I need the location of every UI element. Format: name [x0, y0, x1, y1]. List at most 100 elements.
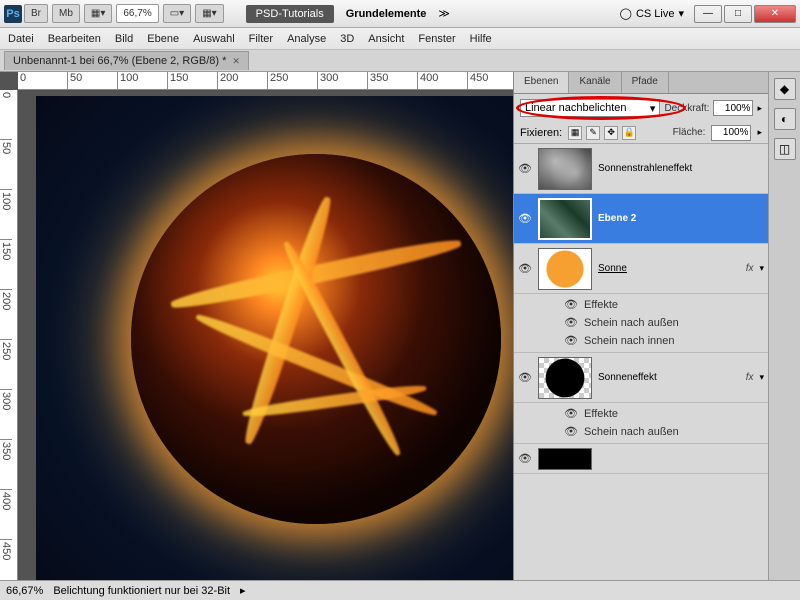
status-zoom[interactable]: 66,67%: [6, 585, 43, 597]
effect-item[interactable]: Schein nach außen: [584, 426, 679, 438]
tutorial-badge: PSD-Tutorials: [246, 5, 334, 23]
layer-row[interactable]: 👁: [514, 444, 768, 474]
fx-chevron-icon[interactable]: ▾: [759, 263, 764, 274]
panels-dock: Ebenen Kanäle Pfade Linear nachbelichten…: [513, 72, 800, 580]
minimize-button[interactable]: —: [694, 5, 722, 23]
layer-row[interactable]: 👁 Ebene 2: [514, 194, 768, 244]
status-bar: 66,67% Belichtung funktioniert nur bei 3…: [0, 580, 800, 600]
tab-pfade[interactable]: Pfade: [622, 72, 669, 93]
zoom-level[interactable]: 66,7%: [116, 4, 158, 23]
fx-chevron-icon[interactable]: ▾: [759, 372, 764, 383]
lock-position-icon[interactable]: ✥: [604, 126, 618, 140]
visibility-icon[interactable]: 👁: [564, 407, 578, 421]
menu-fenster[interactable]: Fenster: [418, 33, 455, 45]
layer-thumbnail[interactable]: [538, 148, 592, 190]
chevrons-icon[interactable]: ≫: [438, 7, 450, 20]
lock-all-icon[interactable]: 🔒: [622, 126, 636, 140]
menu-ansicht[interactable]: Ansicht: [368, 33, 404, 45]
cslive-dropdown-icon[interactable]: ▾: [678, 7, 684, 20]
canvas-area: 050100150200250300350400450500 050100150…: [0, 72, 513, 580]
ruler-vertical: 050100150200250300350400450: [0, 90, 18, 580]
visibility-icon[interactable]: 👁: [518, 212, 532, 226]
fx-badge[interactable]: fx: [746, 372, 754, 383]
document-tab-bar: Unbenannt-1 bei 66,7% (Ebene 2, RGB/8) *…: [0, 50, 800, 72]
layer-row[interactable]: 👁 Sonne fx ▾: [514, 244, 768, 294]
layer-thumbnail[interactable]: [538, 248, 592, 290]
doc-label: Grundelemente: [346, 8, 427, 20]
canvas-artwork[interactable]: [36, 96, 513, 580]
visibility-icon[interactable]: 👁: [564, 425, 578, 439]
visibility-icon[interactable]: 👁: [518, 162, 532, 176]
menu-datei[interactable]: Datei: [8, 33, 34, 45]
layer-row[interactable]: 👁 Sonnenstrahleneffekt: [514, 144, 768, 194]
menu-ebene[interactable]: Ebene: [147, 33, 179, 45]
adjustments-icon[interactable]: ◐: [774, 108, 796, 130]
layers-list: 👁 Sonnenstrahleneffekt 👁 Ebene 2 👁 Sonne…: [514, 144, 768, 580]
blend-mode-value: Linear nachbelichten: [525, 102, 627, 114]
cslive-label[interactable]: CS Live: [636, 8, 675, 20]
fill-label: Fläche:: [673, 127, 706, 138]
fill-flyout-icon[interactable]: ▸: [757, 127, 762, 138]
lock-transparency-icon[interactable]: ▦: [568, 126, 582, 140]
menu-hilfe[interactable]: Hilfe: [470, 33, 492, 45]
layer-thumbnail[interactable]: [538, 448, 592, 470]
lock-pixels-icon[interactable]: ✎: [586, 126, 600, 140]
layer-row[interactable]: 👁 Sonneneffekt fx ▾: [514, 353, 768, 403]
visibility-icon[interactable]: 👁: [518, 452, 532, 466]
close-button[interactable]: ✕: [754, 5, 796, 23]
app-icon: Ps: [4, 5, 22, 23]
layer-effects: 👁 Effekte 👁 Schein nach außen 👁 Schein nach…: [514, 294, 768, 353]
fx-badge[interactable]: fx: [746, 263, 754, 274]
layer-name[interactable]: Sonneneffekt: [598, 372, 740, 383]
opacity-label: Deckkraft:: [664, 103, 709, 114]
close-tab-icon[interactable]: ✕: [232, 56, 240, 67]
effects-label[interactable]: Effekte: [584, 408, 618, 420]
visibility-icon[interactable]: 👁: [564, 334, 578, 348]
effects-label[interactable]: Effekte: [584, 299, 618, 311]
status-msg: Belichtung funktioniert nur bei 32-Bit: [53, 585, 230, 597]
menu-analyse[interactable]: Analyse: [287, 33, 326, 45]
visibility-icon[interactable]: 👁: [564, 298, 578, 312]
tab-ebenen[interactable]: Ebenen: [514, 72, 569, 93]
visibility-icon[interactable]: 👁: [518, 371, 532, 385]
opacity-flyout-icon[interactable]: ▸: [757, 103, 762, 114]
minibridge-button[interactable]: Mb: [52, 4, 80, 23]
swatches-icon[interactable]: ◆: [774, 78, 796, 100]
tab-kanaele[interactable]: Kanäle: [569, 72, 621, 93]
screen-mode-button[interactable]: ▦▾: [84, 4, 112, 23]
effect-item[interactable]: Schein nach innen: [584, 335, 675, 347]
bridge-button[interactable]: Br: [24, 4, 48, 23]
menu-bar: Datei Bearbeiten Bild Ebene Auswahl Filt…: [0, 28, 800, 50]
menu-auswahl[interactable]: Auswahl: [193, 33, 235, 45]
ruler-horizontal: 050100150200250300350400450500: [18, 72, 513, 90]
menu-3d[interactable]: 3D: [340, 33, 354, 45]
lock-label: Fixieren:: [520, 127, 562, 139]
menu-bearbeiten[interactable]: Bearbeiten: [48, 33, 101, 45]
document-tab[interactable]: Unbenannt-1 bei 66,7% (Ebene 2, RGB/8) *…: [4, 51, 249, 70]
layer-name[interactable]: Sonnenstrahleneffekt: [598, 163, 764, 174]
arrange-button[interactable]: ▦▾: [195, 4, 223, 23]
menu-filter[interactable]: Filter: [249, 33, 273, 45]
status-flyout-icon[interactable]: ▸: [240, 584, 246, 597]
blend-mode-select[interactable]: Linear nachbelichten ▾: [520, 99, 660, 117]
planet-graphic: [131, 154, 501, 524]
menu-bild[interactable]: Bild: [115, 33, 133, 45]
layer-name[interactable]: Sonne: [598, 263, 740, 274]
cslive-icon[interactable]: ◯: [620, 7, 632, 20]
visibility-icon[interactable]: 👁: [564, 316, 578, 330]
effect-item[interactable]: Schein nach außen: [584, 317, 679, 329]
chevron-down-icon: ▾: [650, 102, 656, 115]
view-button[interactable]: ▭▾: [163, 4, 191, 23]
maximize-button[interactable]: □: [724, 5, 752, 23]
layer-effects: 👁 Effekte 👁 Schein nach außen: [514, 403, 768, 444]
panel-side-icons: ◆ ◐ ◫: [768, 72, 800, 580]
title-bar: Ps Br Mb ▦▾ 66,7% ▭▾ ▦▾ PSD-Tutorials Gr…: [0, 0, 800, 28]
layer-name[interactable]: Ebene 2: [598, 213, 764, 224]
opacity-input[interactable]: [713, 100, 753, 116]
panel-tabs: Ebenen Kanäle Pfade: [514, 72, 768, 94]
fill-input[interactable]: [711, 125, 751, 141]
visibility-icon[interactable]: 👁: [518, 262, 532, 276]
layer-thumbnail[interactable]: [538, 198, 592, 240]
layer-thumbnail[interactable]: [538, 357, 592, 399]
crop-icon[interactable]: ◫: [774, 138, 796, 160]
